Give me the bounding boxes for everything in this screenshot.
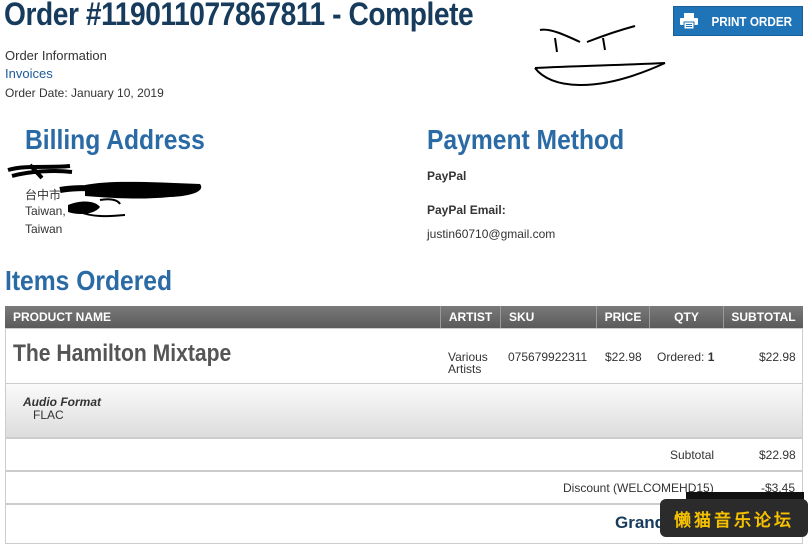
items-ordered-heading: Items Ordered [5, 265, 173, 296]
column-header-artist: ARTIST [440, 306, 500, 328]
product-options-row [5, 384, 803, 438]
paypal-email-value: justin60710@gmail.com [427, 227, 556, 241]
column-header-sku: SKU [500, 306, 596, 328]
watermark-logo: 懒猫音乐论坛 [660, 499, 808, 537]
option-label: Audio Format [23, 395, 101, 409]
column-header-price: PRICE [596, 306, 649, 328]
page-title: Order #119011077867811 - Complete [4, 0, 474, 32]
artist-line: Artists [448, 362, 482, 376]
billing-address-line: 台中市 [25, 188, 62, 202]
payment-method-value: PayPal [427, 169, 467, 183]
order-date: Order Date: January 10, 2019 [5, 86, 164, 100]
subtotal-value: $22.98 [759, 350, 796, 364]
items-table-header: PRODUCT NAME ARTIST SKU PRICE QTY SUBTOT… [5, 306, 803, 328]
sku-value: 075679922311 [508, 350, 588, 364]
qty-label: Ordered: [657, 350, 705, 364]
qty-number: 1 [707, 350, 715, 364]
paypal-email-label: PayPal Email: [427, 203, 506, 217]
print-order-label: PRINT ORDER [711, 13, 793, 29]
column-header-qty: QTY [649, 306, 723, 328]
grand-total-label: Grand [615, 513, 666, 532]
price-value: $22.98 [605, 350, 642, 364]
product-name: The Hamilton Mixtape [13, 340, 232, 367]
order-information-label: Order Information [5, 48, 107, 63]
billing-address-country: Taiwan [25, 222, 63, 236]
subtotal-total: $22.98 [759, 448, 796, 462]
qty-value: Ordered: 1 [657, 350, 714, 364]
column-header-product: PRODUCT NAME [13, 310, 111, 324]
option-value: FLAC [33, 408, 64, 422]
print-order-button[interactable]: PRINT ORDER [673, 6, 803, 36]
invoices-link[interactable]: Invoices [5, 66, 53, 81]
printer-icon [679, 12, 699, 30]
billing-address-line: Taiwan, [25, 204, 66, 218]
smiley-doodle [534, 25, 666, 86]
payment-method-heading: Payment Method [427, 124, 625, 155]
subtotal-label: Subtotal [670, 448, 715, 462]
column-header-subtotal: SUBTOTAL [723, 306, 803, 328]
billing-address-heading: Billing Address [25, 124, 205, 155]
